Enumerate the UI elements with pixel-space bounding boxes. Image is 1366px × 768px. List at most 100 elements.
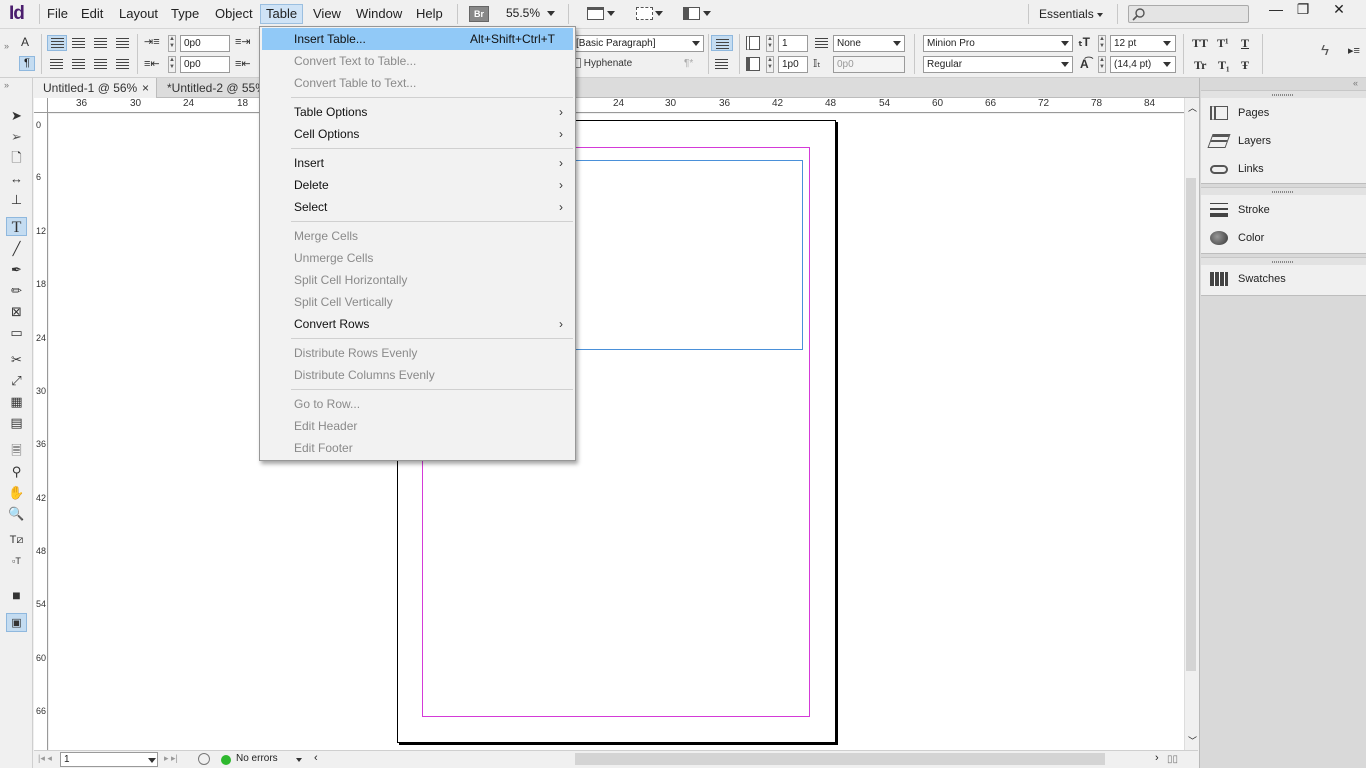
menu-type[interactable]: Type: [166, 4, 204, 24]
ruler-origin[interactable]: [34, 98, 48, 113]
grid-value-field[interactable]: 0p0: [833, 56, 905, 73]
formatting-affects-text-icon[interactable]: T⧄: [6, 531, 27, 550]
menu-item-distribute-columns[interactable]: Distribute Columns Evenly: [262, 364, 573, 386]
column-layout-button[interactable]: [711, 35, 733, 51]
menu-item-insert-table[interactable]: Insert Table... Alt+Shift+Ctrl+T: [262, 28, 573, 50]
menu-layout[interactable]: Layout: [114, 4, 163, 24]
note-tool-icon[interactable]: 🗏: [6, 441, 27, 460]
collapse-icon[interactable]: »: [4, 39, 9, 53]
menu-item-edit-footer[interactable]: Edit Footer: [262, 437, 573, 459]
strikethrough-button[interactable]: Ŧ: [1241, 58, 1249, 72]
first-indent-field[interactable]: 0p0: [180, 56, 230, 73]
justify-left-icon[interactable]: [50, 59, 63, 69]
chevron-down-icon[interactable]: [893, 41, 901, 46]
gutter-field[interactable]: 1p0: [778, 56, 808, 73]
subscript-button[interactable]: T₁: [1218, 58, 1230, 72]
screen-mode-icon[interactable]: [636, 7, 653, 20]
collapse-icon[interactable]: «: [1353, 78, 1358, 88]
horizontal-ruler[interactable]: 36 30 24 18 24 30 36 42 48 54 60 66 72 7…: [48, 98, 1184, 113]
menu-item-split-horizontally[interactable]: Split Cell Horizontally: [262, 269, 573, 291]
scroll-left-icon[interactable]: ‹: [314, 752, 318, 764]
close-button[interactable]: ✕: [1325, 1, 1353, 19]
font-style-select[interactable]: Regular: [923, 56, 1073, 73]
gradient-feather-tool-icon[interactable]: ▤: [6, 413, 27, 432]
menu-item-insert[interactable]: Insert ›: [262, 152, 573, 174]
menu-help[interactable]: Help: [411, 4, 448, 24]
menu-item-merge-cells[interactable]: Merge Cells: [262, 225, 573, 247]
vertical-scroll-thumb[interactable]: [1186, 178, 1196, 671]
panel-menu-icon[interactable]: ▸≡: [1348, 44, 1360, 58]
align-left-button[interactable]: [47, 35, 67, 51]
gap-tool-icon[interactable]: ↔: [6, 169, 27, 188]
baseline-grid-icon[interactable]: [715, 59, 728, 69]
superscript-button[interactable]: T¹: [1217, 36, 1229, 50]
justify-icon[interactable]: [116, 38, 129, 48]
arrange-documents-icon[interactable]: [683, 7, 700, 20]
zoom-level[interactable]: 55.5%: [506, 6, 540, 20]
menu-item-unmerge-cells[interactable]: Unmerge Cells: [262, 247, 573, 269]
scissors-tool-icon[interactable]: ✂: [6, 350, 27, 369]
font-family-select[interactable]: Minion Pro: [923, 35, 1073, 52]
chevron-down-icon[interactable]: [607, 11, 615, 16]
left-indent-stepper[interactable]: ▲ ▼: [168, 35, 176, 52]
free-transform-tool-icon[interactable]: ⤢: [6, 371, 27, 390]
pen-tool-icon[interactable]: ✒: [6, 260, 27, 279]
view-options-icon[interactable]: [587, 7, 604, 20]
type-tool-icon[interactable]: T: [6, 217, 27, 236]
panel-color[interactable]: Color: [1210, 228, 1264, 248]
selection-tool-icon[interactable]: ➤: [6, 106, 27, 125]
chevron-down-icon[interactable]: [296, 758, 302, 762]
close-tab-icon[interactable]: ×: [142, 78, 149, 98]
restore-button[interactable]: ❐: [1289, 1, 1317, 19]
minimize-button[interactable]: —: [1262, 1, 1290, 19]
panel-stroke[interactable]: Stroke: [1210, 200, 1270, 220]
chevron-down-icon[interactable]: [1097, 13, 1103, 17]
paragraph-formatting-button[interactable]: ¶: [19, 56, 35, 71]
menu-object[interactable]: Object: [210, 4, 258, 24]
vertical-ruler[interactable]: 0 6 12 18 24 30 36 42 48 54 60 66: [34, 113, 48, 750]
open-page-icon[interactable]: [198, 753, 210, 765]
eyedropper-tool-icon[interactable]: ⚲: [6, 462, 27, 481]
bridge-button[interactable]: Br: [469, 6, 489, 22]
columns-stepper[interactable]: ▲ ▼: [766, 35, 774, 52]
menu-item-edit-header[interactable]: Edit Header: [262, 415, 573, 437]
leading-stepper[interactable]: ▲ ▼: [1098, 56, 1106, 73]
panel-links[interactable]: Links: [1210, 159, 1264, 179]
panel-group-grip[interactable]: [1201, 187, 1366, 195]
page-number-field[interactable]: 1: [60, 752, 158, 767]
underline-button[interactable]: T: [1241, 36, 1249, 50]
menu-item-select[interactable]: Select ›: [262, 196, 573, 218]
tab-untitled-1[interactable]: Untitled-1 @ 56% ×: [34, 78, 157, 98]
text-frame[interactable]: [540, 160, 803, 350]
content-collector-icon[interactable]: ⊥: [6, 190, 27, 209]
menu-item-distribute-rows[interactable]: Distribute Rows Evenly: [262, 342, 573, 364]
align-right-icon[interactable]: [94, 38, 107, 48]
chevron-down-icon[interactable]: [547, 11, 555, 16]
columns-field[interactable]: 1: [778, 35, 808, 52]
menu-edit[interactable]: Edit: [76, 4, 108, 24]
all-caps-button[interactable]: TT: [1192, 36, 1208, 50]
horizontal-scroll-thumb[interactable]: [575, 753, 1105, 765]
collapse-icon[interactable]: »: [4, 78, 9, 92]
left-indent-field[interactable]: 0p0: [180, 35, 230, 52]
gradient-swatch-tool-icon[interactable]: ▦: [6, 392, 27, 411]
chevron-down-icon[interactable]: [1163, 62, 1171, 67]
pencil-tool-icon[interactable]: ✏: [6, 281, 27, 300]
hyphenate-checkbox[interactable]: Hyphenate: [573, 57, 632, 71]
menu-item-convert-text-to-table[interactable]: Convert Text to Table...: [262, 50, 573, 72]
menu-item-table-options[interactable]: Table Options ›: [262, 101, 573, 123]
panel-group-grip[interactable]: [1201, 257, 1366, 265]
character-formatting-icon[interactable]: A: [21, 35, 29, 49]
menu-item-delete[interactable]: Delete ›: [262, 174, 573, 196]
justify-all-icon[interactable]: [116, 59, 129, 69]
scroll-right-icon[interactable]: ›: [1155, 752, 1159, 764]
chevron-down-icon[interactable]: [655, 11, 663, 16]
line-tool-icon[interactable]: ╱: [6, 239, 27, 258]
fill-stroke-swap-icon[interactable]: ▫T: [6, 552, 27, 571]
justify-right-icon[interactable]: [94, 59, 107, 69]
tab-untitled-2[interactable]: *Untitled-2 @ 55%: [158, 78, 268, 98]
rectangle-frame-tool-icon[interactable]: ⊠: [6, 302, 27, 321]
small-caps-button[interactable]: Tr: [1194, 58, 1206, 72]
chevron-down-icon[interactable]: [703, 11, 711, 16]
chevron-down-icon[interactable]: [148, 758, 156, 763]
